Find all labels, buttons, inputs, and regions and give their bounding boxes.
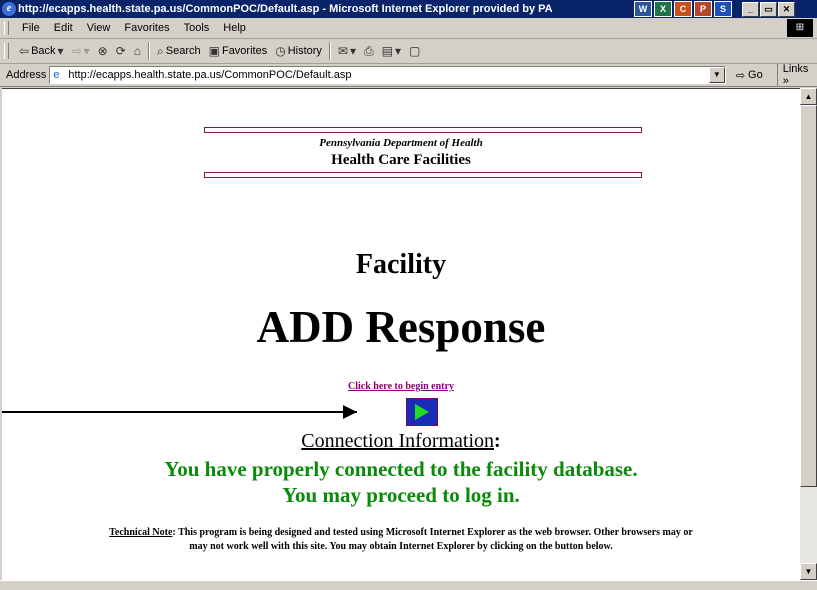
- favorites-icon: ▣: [208, 44, 220, 58]
- edit-icon: ▤: [381, 44, 393, 58]
- forward-button[interactable]: ⇨ ▾: [68, 44, 94, 58]
- history-icon: ◷: [275, 44, 286, 58]
- scroll-up-icon[interactable]: ▲: [800, 88, 817, 105]
- connection-title: Connection Information:: [2, 430, 800, 453]
- window-title: http://ecapps.health.state.pa.us/CommonP…: [18, 3, 553, 15]
- edit-button[interactable]: ▤ ▾: [378, 44, 405, 58]
- stop-icon: ⊗: [97, 44, 108, 58]
- home-icon: ⌂: [133, 44, 142, 58]
- address-input[interactable]: e http://ecapps.health.state.pa.us/Commo…: [49, 66, 726, 84]
- scroll-down-icon[interactable]: ▼: [800, 563, 817, 580]
- back-arrow-icon: ⇦: [19, 44, 30, 58]
- ie-icon: e: [2, 2, 16, 16]
- tech-note-label: Technical Note: [109, 527, 173, 538]
- chevron-down-icon: ▾: [57, 44, 64, 58]
- pointer-arrow-line: [2, 411, 357, 413]
- window-title-bar: e http://ecapps.health.state.pa.us/Commo…: [0, 0, 817, 18]
- refresh-icon: ⟳: [115, 44, 126, 58]
- stop-button[interactable]: ⊗: [94, 44, 112, 58]
- facility-heading: Facility: [355, 249, 447, 280]
- powerpoint-icon[interactable]: P: [694, 1, 712, 17]
- header-title: Health Care Facilities: [331, 152, 471, 168]
- address-label: Address: [6, 69, 47, 81]
- history-button[interactable]: ◷ History: [271, 44, 326, 58]
- standard-toolbar: ⇦ Back ▾ ⇨ ▾ ⊗ ⟳ ⌂ ⌕ Search ▣ Favorites …: [0, 39, 817, 64]
- go-button[interactable]: ⇨ Go: [736, 69, 763, 82]
- app-icon-c[interactable]: C: [674, 1, 692, 17]
- entry-link-row: Click here to begin entry: [2, 381, 800, 392]
- favorites-button[interactable]: ▣ Favorites: [205, 44, 272, 58]
- menu-bar: File Edit View Favorites Tools Help ⊞: [0, 18, 817, 39]
- discuss-button[interactable]: ▢: [405, 44, 424, 58]
- menu-favorites[interactable]: Favorites: [117, 22, 176, 34]
- search-button[interactable]: ⌕ Search: [153, 44, 205, 59]
- forward-arrow-icon: ⇨: [71, 44, 82, 58]
- mail-icon: ✉: [337, 44, 348, 58]
- begin-entry-link[interactable]: Click here to begin entry: [348, 381, 454, 392]
- window-controls: _ ▭ ✕: [742, 1, 795, 17]
- word-icon[interactable]: W: [634, 1, 652, 17]
- toolbar-grip[interactable]: [4, 43, 9, 59]
- address-bar: Address e http://ecapps.health.state.pa.…: [0, 63, 817, 87]
- chevron-down-icon: ▾: [394, 44, 402, 58]
- page-icon: e: [53, 69, 60, 81]
- discuss-icon: ▢: [409, 44, 421, 58]
- begin-entry-button[interactable]: [406, 398, 438, 426]
- links-button[interactable]: Links »: [776, 63, 817, 87]
- minimize-icon[interactable]: _: [742, 1, 759, 17]
- windows-logo-icon: ⊞: [787, 19, 813, 37]
- connection-title-colon: :: [494, 430, 501, 452]
- menu-help[interactable]: Help: [216, 22, 253, 34]
- header-rule-top: [204, 127, 642, 133]
- tech-note-text: : This program is being designed and tes…: [172, 527, 693, 552]
- print-button[interactable]: ⎙: [360, 44, 378, 59]
- links-label: Links: [782, 63, 809, 75]
- address-dropdown-icon[interactable]: ▼: [708, 67, 725, 83]
- back-button[interactable]: ⇦ Back ▾: [15, 44, 68, 58]
- excel-icon[interactable]: X: [654, 1, 672, 17]
- pointer-arrow-head: [343, 405, 357, 419]
- header-rule-bottom: [204, 172, 642, 178]
- go-label: Go: [748, 69, 763, 81]
- maximize-icon[interactable]: ▭: [760, 1, 777, 17]
- menu-edit[interactable]: Edit: [47, 22, 80, 34]
- go-arrow-icon: ⇨: [735, 69, 746, 82]
- connection-line-1: You have properly connected to the facil…: [164, 457, 638, 481]
- menu-view[interactable]: View: [80, 22, 118, 34]
- back-label: Back: [31, 45, 56, 57]
- search-icon: ⌕: [157, 43, 164, 58]
- taskbar-apps: W X C P S: [634, 1, 732, 17]
- page-content: Pennsylvania Department of Health Health…: [2, 88, 800, 581]
- menu-tools[interactable]: Tools: [177, 22, 217, 34]
- chevron-right-icon: »: [782, 75, 789, 87]
- technical-note: Technical Note: This program is being de…: [2, 526, 800, 554]
- toolbar-grip[interactable]: [4, 21, 9, 35]
- home-button[interactable]: ⌂: [130, 44, 145, 58]
- scroll-thumb[interactable]: [800, 105, 817, 487]
- menu-file[interactable]: File: [15, 22, 47, 34]
- app-icon-s[interactable]: S: [714, 1, 732, 17]
- connection-title-label: Connection Information: [301, 430, 495, 452]
- favorites-label: Favorites: [221, 45, 268, 57]
- history-label: History: [287, 45, 322, 57]
- connection-message: You have properly connected to the facil…: [2, 456, 800, 508]
- toolbar-separator: [148, 42, 151, 60]
- header-subtitle: Pennsylvania Department of Health: [319, 137, 483, 149]
- chevron-down-icon: ▾: [350, 44, 357, 58]
- close-icon[interactable]: ✕: [778, 1, 795, 17]
- search-label: Search: [165, 45, 201, 57]
- mail-button[interactable]: ✉ ▾: [334, 44, 360, 58]
- toolbar-separator: [328, 42, 331, 60]
- print-icon: ⎙: [364, 43, 374, 58]
- play-icon: [415, 404, 429, 420]
- refresh-button[interactable]: ⟳: [112, 44, 130, 58]
- add-response-heading: ADD Response: [256, 302, 546, 352]
- address-url: http://ecapps.health.state.pa.us/CommonP…: [68, 69, 352, 81]
- vertical-scrollbar[interactable]: ▲ ▼: [800, 88, 817, 580]
- connection-line-2: You may proceed to log in.: [282, 483, 520, 507]
- chevron-down-icon: ▾: [83, 44, 90, 58]
